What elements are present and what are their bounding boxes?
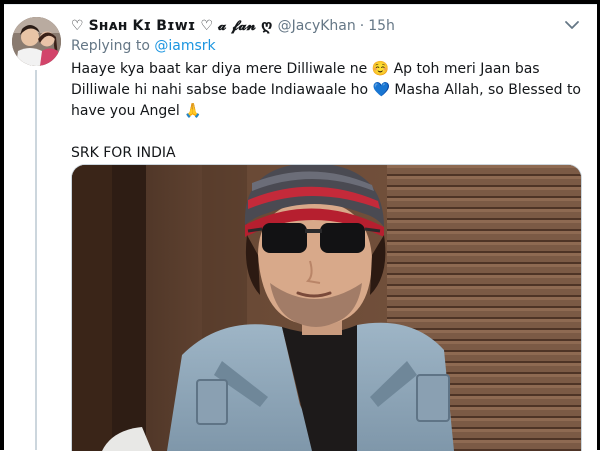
tweet-separator — [4, 4, 597, 5]
avatar-image — [12, 17, 61, 66]
tweet-hashline: SRK FOR INDIA — [71, 145, 176, 161]
display-name[interactable]: ♡ Sʜᴀʜ Kɪ Bɪᴡɪ ♡ 𝓪 𝓯𝓪𝓷 ღ — [71, 18, 273, 34]
tweet-header: ♡ Sʜᴀʜ Kɪ Bɪᴡɪ ♡ 𝓪 𝓯𝓪𝓷 ღ @JacyKhan · 15h — [71, 15, 395, 37]
replying-to: Replying to @iamsrk — [71, 38, 216, 54]
tweet-media-video[interactable] — [71, 164, 582, 451]
header-separator: · — [359, 18, 365, 34]
thread-connector-line — [35, 70, 37, 450]
chevron-down-icon[interactable] — [562, 17, 582, 33]
replying-to-handle[interactable]: @iamsrk — [154, 38, 215, 54]
avatar[interactable] — [12, 17, 61, 66]
tweet-timestamp[interactable]: 15h — [368, 18, 395, 34]
username[interactable]: @JacyKhan — [278, 18, 356, 34]
video-frame — [72, 165, 581, 451]
tweet-text: Haaye kya baat kar diya mere Dilliwale n… — [71, 59, 583, 164]
replying-to-label: Replying to — [71, 38, 150, 54]
tweet-body: Haaye kya baat kar diya mere Dilliwale n… — [71, 61, 581, 119]
window-frame-left — [0, 0, 4, 450]
